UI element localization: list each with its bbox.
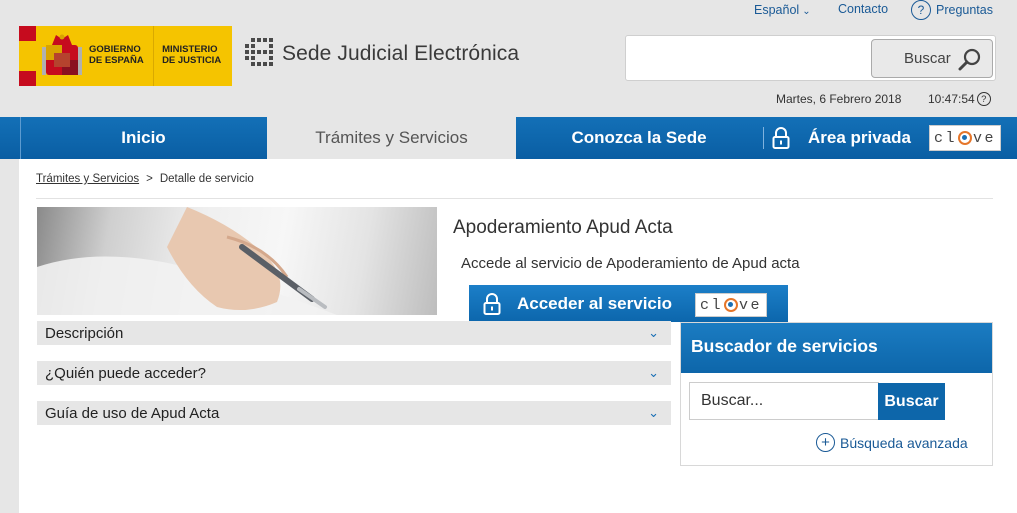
clave-o-icon — [958, 131, 972, 145]
accordion-label: Descripción — [45, 324, 124, 342]
contact-link[interactable]: Contacto — [838, 2, 888, 16]
clave-logo[interactable]: cl ve — [929, 125, 1001, 151]
breadcrumb-current: Detalle de servicio — [159, 173, 254, 185]
access-service-label: Acceder al servicio — [517, 293, 672, 313]
header-search: Buscar — [625, 35, 996, 81]
help-link[interactable]: ? Preguntas — [911, 0, 993, 20]
accordion-label: Guía de uso de Apud Acta — [45, 404, 220, 422]
gov-name: GOBIERNO DE ESPAÑA — [88, 44, 144, 66]
service-finder-title: Buscador de servicios — [681, 323, 992, 373]
chevron-down-icon: ⌄ — [802, 6, 811, 17]
chevron-down-icon: ⌄ — [648, 325, 659, 340]
access-service-button[interactable]: Acceder al servicio cl ve — [469, 285, 788, 322]
search-icon — [958, 48, 981, 71]
service-finder: Buscador de servicios Buscar + Búsqueda … — [680, 322, 993, 466]
site-name: Sede Judicial Electrónica — [282, 42, 520, 65]
breadcrumb: Trámites y Servicios > Detalle de servicio — [36, 173, 254, 185]
clave-o-icon — [724, 298, 738, 312]
current-time: 10:47:54 ? — [928, 92, 991, 106]
content-panel: Trámites y Servicios > Detalle de servicio… — [19, 159, 1017, 513]
breadcrumb-divider — [36, 198, 993, 199]
clave-logo: cl ve — [695, 293, 767, 317]
language-label: Español — [754, 3, 800, 17]
government-logo[interactable]: GOBIERNO DE ESPAÑA MINISTERIO DE JUSTICI… — [19, 26, 232, 86]
time-value: 10:47:54 — [928, 92, 975, 106]
language-selector[interactable]: Español ⌄ — [754, 3, 811, 17]
chevron-down-icon: ⌄ — [648, 365, 659, 380]
ministry-name: MINISTERIO DE JUSTICIA — [162, 44, 222, 66]
chevron-down-icon: ⌄ — [648, 405, 659, 420]
coat-of-arms-icon — [36, 26, 87, 86]
accordion-label: ¿Quién puede acceder? — [45, 364, 206, 382]
nav-item-conozca[interactable]: Conozca la Sede — [516, 117, 762, 159]
flag-icon — [19, 26, 37, 86]
advanced-search-link[interactable]: + Búsqueda avanzada — [816, 433, 968, 452]
header-search-input[interactable] — [634, 44, 864, 72]
dotted-grid-icon — [245, 38, 273, 66]
nav-divider — [763, 127, 764, 149]
nav-item-tramites[interactable]: Trámites y Servicios — [267, 117, 516, 159]
current-date: Martes, 6 Febrero 2018 — [776, 92, 902, 106]
breadcrumb-link-tramites[interactable]: Trámites y Servicios — [36, 173, 139, 185]
site-logo[interactable]: Sede Judicial Electrónica — [243, 38, 519, 70]
area-privada-label: Área privada — [808, 128, 911, 147]
lock-icon — [483, 292, 501, 315]
breadcrumb-separator: > — [146, 173, 153, 185]
service-finder-input[interactable] — [689, 382, 879, 420]
accordion-guia-de-uso[interactable]: Guía de uso de Apud Acta ⌄ — [37, 401, 671, 425]
logo-divider — [153, 26, 155, 86]
header-search-button[interactable]: Buscar — [871, 39, 993, 78]
nav-item-inicio[interactable]: Inicio — [20, 117, 266, 159]
service-image — [37, 207, 437, 315]
nav-item-area-privada[interactable]: Área privada — [766, 117, 926, 159]
lock-icon — [772, 127, 790, 149]
advanced-search-label: Búsqueda avanzada — [840, 434, 968, 451]
question-icon[interactable]: ? — [976, 92, 991, 106]
service-title: Apoderamiento Apud Acta — [453, 217, 673, 238]
main-nav: Inicio Trámites y Servicios Conozca la S… — [0, 117, 1017, 159]
question-icon: ? — [911, 0, 931, 20]
service-finder-button[interactable]: Buscar — [878, 383, 945, 420]
accordion-descripcion[interactable]: Descripción ⌄ — [37, 321, 671, 345]
service-description: Accede al servicio de Apoderamiento de A… — [461, 255, 800, 272]
search-button-label: Buscar — [904, 50, 951, 67]
accordion-quien-puede-acceder[interactable]: ¿Quién puede acceder? ⌄ — [37, 361, 671, 385]
help-label: Preguntas — [936, 3, 993, 17]
utility-bar: Español ⌄ Contacto ? Preguntas — [0, 0, 1017, 22]
plus-circle-icon: + — [816, 433, 835, 452]
